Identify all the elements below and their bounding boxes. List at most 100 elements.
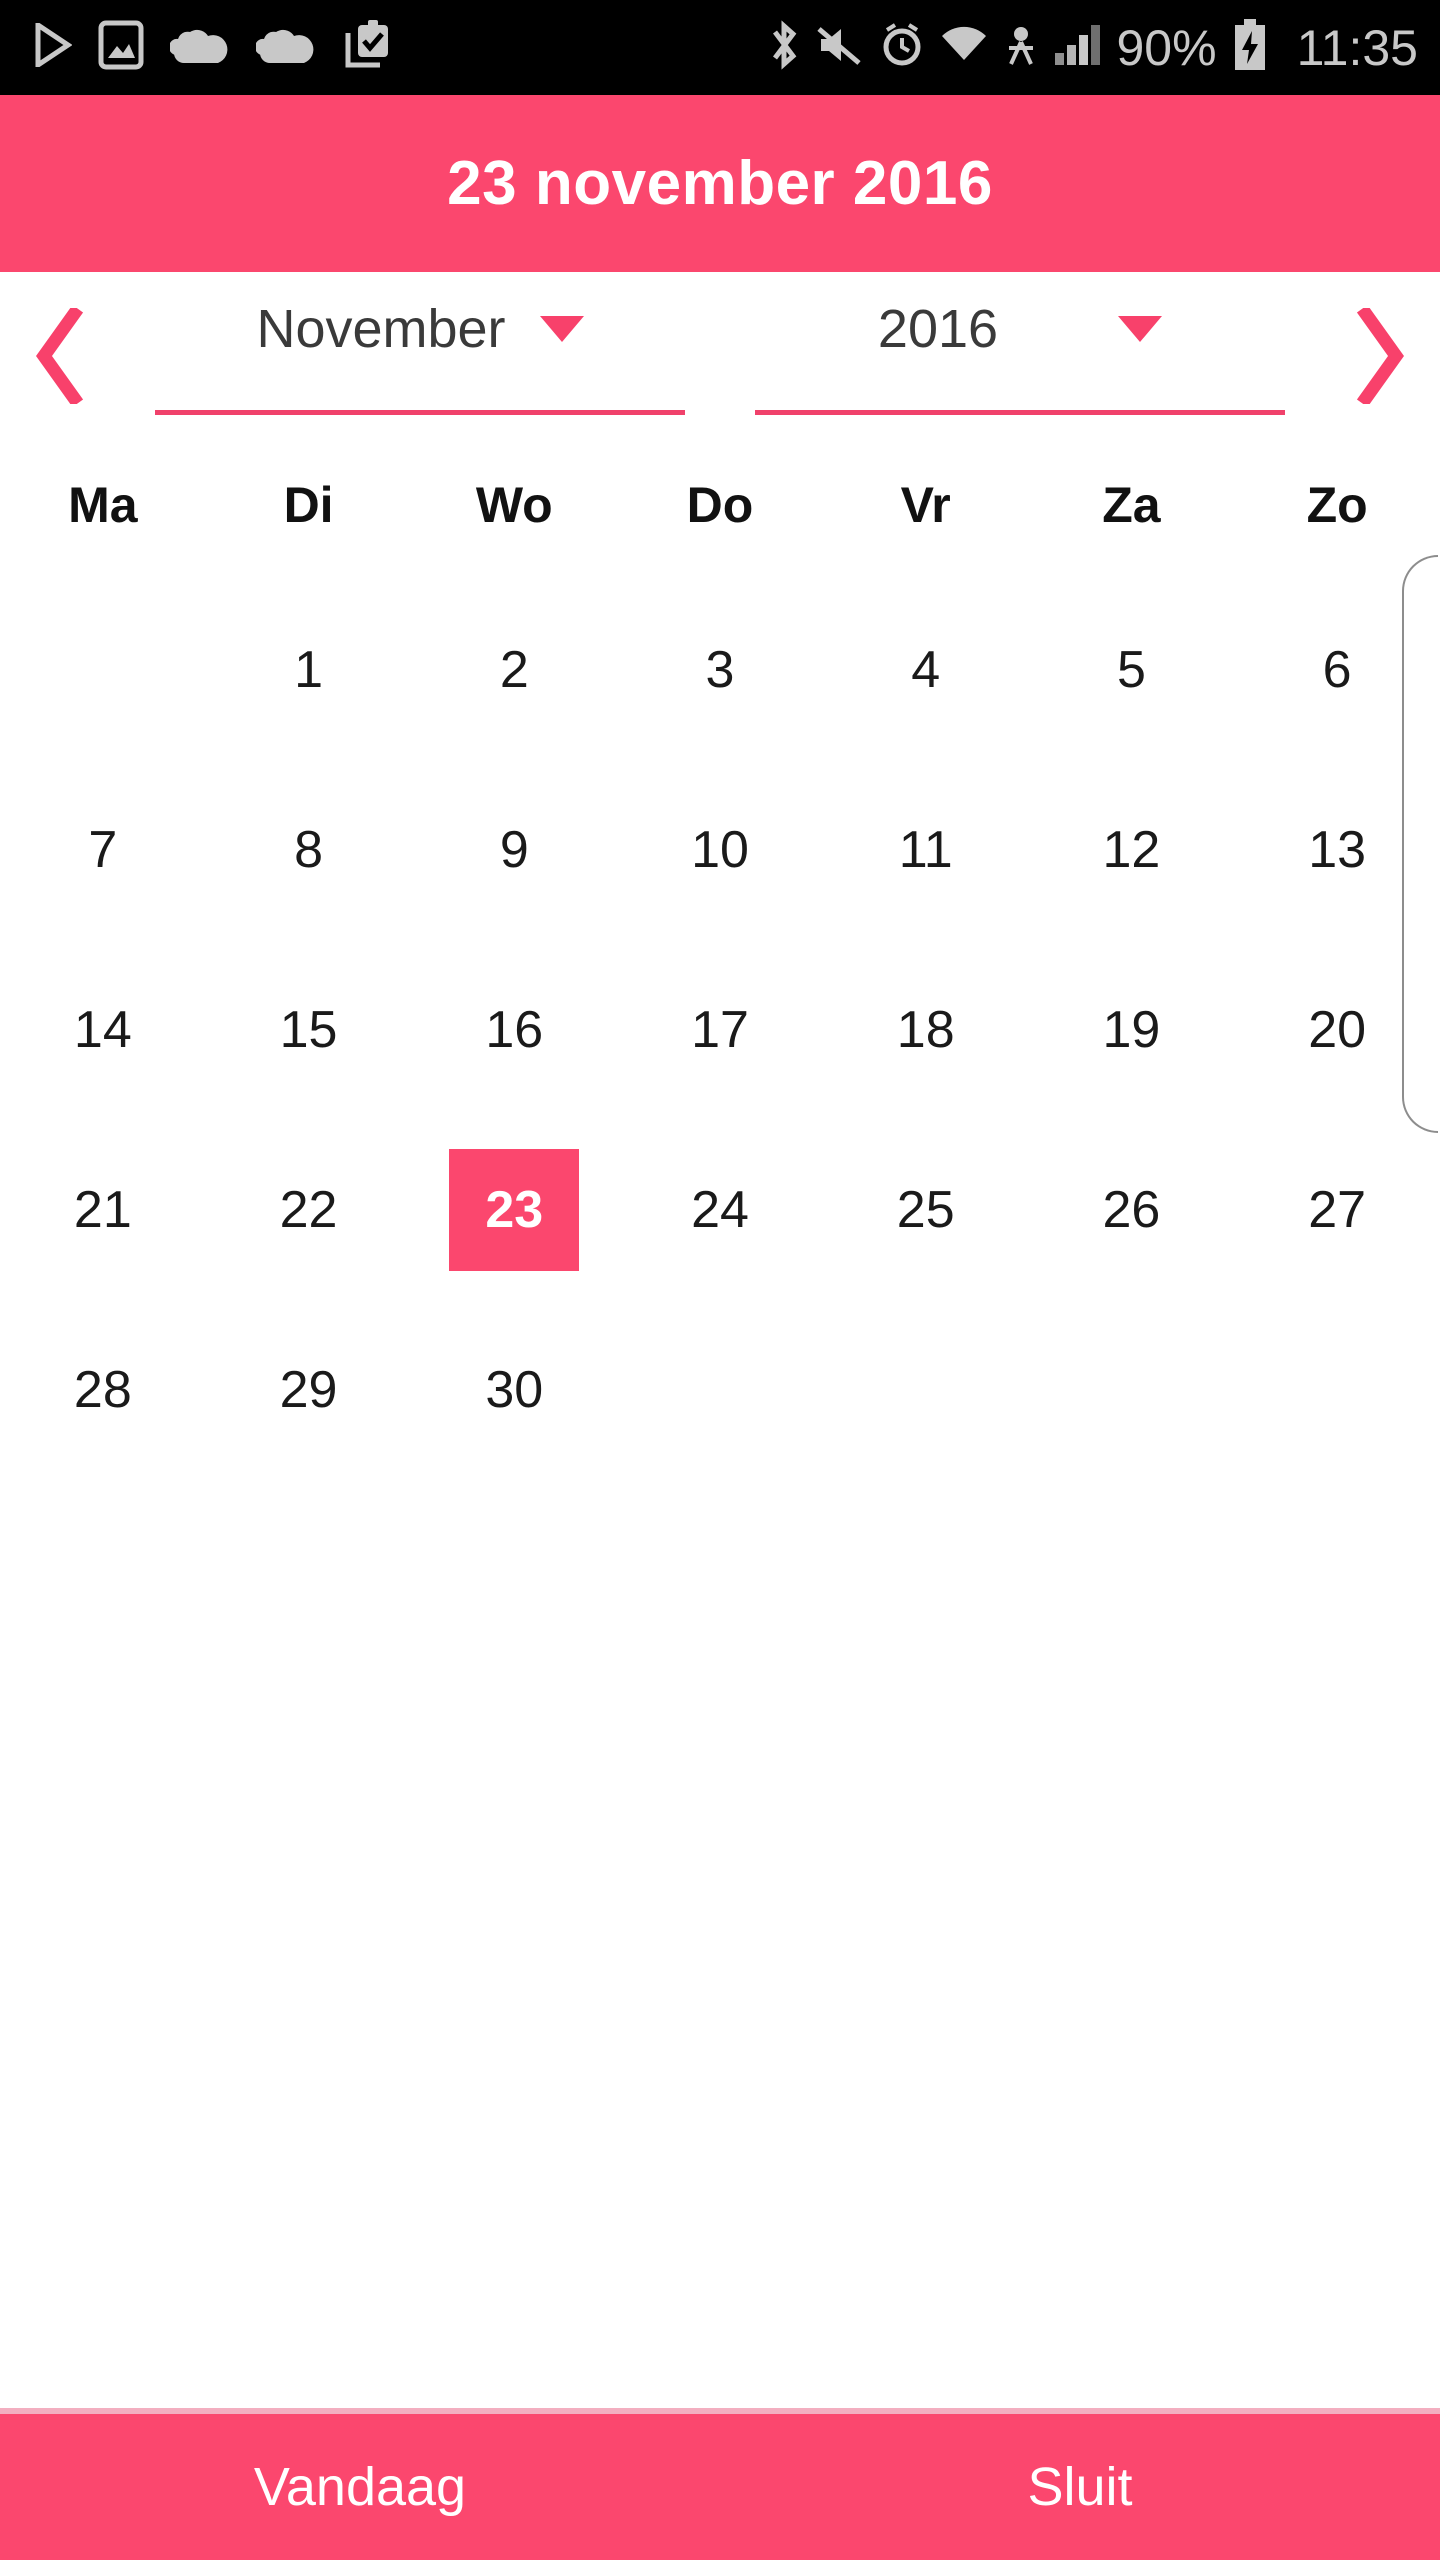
calendar-day-29[interactable]: 29 — [206, 1300, 412, 1480]
day-number: 26 — [1102, 1181, 1161, 1239]
battery-charging-icon — [1231, 18, 1269, 77]
status-bar-right-icons: 90% 11:35 — [767, 18, 1418, 77]
calendar-day-23[interactable]: 23 — [411, 1120, 617, 1300]
year-dropdown[interactable]: 2016 — [720, 272, 1320, 440]
day-number: 12 — [1102, 821, 1161, 879]
day-number: 11 — [898, 821, 953, 879]
battery-percent-label: 90% — [1116, 19, 1217, 76]
month-dropdown[interactable]: November — [120, 272, 720, 440]
calendar-day-12[interactable]: 12 — [1029, 760, 1235, 940]
weekday-ma: Ma — [68, 477, 138, 533]
calendar-day-2[interactable]: 2 — [411, 580, 617, 760]
calendar-day-30[interactable]: 30 — [411, 1300, 617, 1480]
cloud-icon-2 — [254, 23, 316, 72]
weekday-header-row: Ma Di Wo Do Vr Za Zo — [0, 445, 1440, 565]
calendar-day-17[interactable]: 17 — [617, 940, 823, 1120]
calendar-day-16[interactable]: 16 — [411, 940, 617, 1120]
calendar-day-19[interactable]: 19 — [1029, 940, 1235, 1120]
calendar-day-10[interactable]: 10 — [617, 760, 823, 940]
day-number: 3 — [705, 641, 735, 699]
calendar-day-5[interactable]: 5 — [1029, 580, 1235, 760]
day-number: 28 — [73, 1361, 132, 1419]
day-number: 21 — [73, 1181, 132, 1239]
weekday-za: Za — [1102, 477, 1161, 533]
calendar-day-11[interactable]: 11 — [823, 760, 1029, 940]
day-number: 15 — [279, 1001, 338, 1059]
mute-icon — [815, 23, 865, 72]
calendar-day-27[interactable]: 27 — [1234, 1120, 1440, 1300]
day-number: 10 — [691, 821, 749, 879]
day-number: 6 — [1322, 641, 1352, 699]
calendar-day-18[interactable]: 18 — [823, 940, 1029, 1120]
clipboard-check-icon — [342, 19, 394, 76]
calendar-day-4[interactable]: 4 — [823, 580, 1029, 760]
calendar-day-25[interactable]: 25 — [823, 1120, 1029, 1300]
signal-icon — [1053, 23, 1103, 72]
calendar-day-empty — [1029, 1300, 1235, 1480]
calendar-day-1[interactable]: 1 — [206, 580, 412, 760]
location-icon — [1003, 22, 1039, 73]
day-number: 29 — [279, 1361, 338, 1419]
calendar-day-7[interactable]: 7 — [0, 760, 206, 940]
month-underline — [155, 409, 685, 415]
day-number: 9 — [499, 821, 529, 879]
calendar-day-3[interactable]: 3 — [617, 580, 823, 760]
weekday-do: Do — [686, 477, 754, 533]
calendar-day-9[interactable]: 9 — [411, 760, 617, 940]
status-bar: 90% 11:35 — [0, 0, 1440, 95]
day-number: 30 — [485, 1361, 544, 1419]
close-button[interactable]: Sluit — [720, 2414, 1440, 2560]
wifi-icon — [939, 24, 989, 71]
play-icon — [34, 20, 73, 72]
day-number: 19 — [1102, 1001, 1161, 1059]
alarm-icon — [879, 22, 925, 73]
weekday-di: Di — [283, 477, 334, 533]
clock-label: 11:35 — [1296, 19, 1418, 76]
next-month-button[interactable] — [1320, 308, 1440, 404]
cloud-icon-1 — [168, 23, 230, 72]
day-number: 7 — [88, 821, 118, 879]
calendar-day-28[interactable]: 28 — [0, 1300, 206, 1480]
day-number: 13 — [1308, 821, 1367, 879]
chevron-down-icon-month — [539, 315, 584, 342]
calendar-day-empty — [0, 580, 206, 760]
day-number: 20 — [1308, 1001, 1367, 1059]
bottom-action-bar: Vandaag Sluit — [0, 2414, 1440, 2560]
app-header: 23 november 2016 — [0, 95, 1440, 272]
day-number: 4 — [911, 641, 941, 699]
year-label: 2016 — [877, 298, 999, 359]
calendar-day-22[interactable]: 22 — [206, 1120, 412, 1300]
calendar-grid: 1 2 3 4 5 6 7 8 9 10 11 12 13 14 15 16 17 18 19 20 21 22 23 24 2… — [0, 580, 1440, 1600]
bluetooth-icon — [767, 19, 801, 76]
day-number: 24 — [691, 1181, 749, 1239]
month-year-selector: November 2016 — [0, 272, 1440, 440]
chevron-right-icon — [1350, 308, 1410, 404]
calendar-day-empty — [617, 1300, 823, 1480]
day-number: 18 — [896, 1001, 955, 1059]
photo-icon — [98, 20, 144, 75]
vertical-scrollbar[interactable] — [1402, 555, 1438, 1133]
calendar-day-empty — [1234, 1300, 1440, 1480]
chevron-left-icon — [30, 308, 90, 404]
day-number: 17 — [691, 1001, 749, 1059]
calendar-day-21[interactable]: 21 — [0, 1120, 206, 1300]
day-number: 14 — [73, 1001, 132, 1059]
day-number: 5 — [1116, 641, 1146, 699]
day-number: 22 — [279, 1181, 338, 1239]
today-button[interactable]: Vandaag — [0, 2414, 720, 2560]
day-number: 2 — [499, 641, 529, 699]
day-number: 16 — [485, 1001, 544, 1059]
year-underline — [755, 409, 1285, 415]
calendar-day-8[interactable]: 8 — [206, 760, 412, 940]
calendar-day-24[interactable]: 24 — [617, 1120, 823, 1300]
calendar-day-14[interactable]: 14 — [0, 940, 206, 1120]
weekday-wo: Wo — [475, 477, 553, 533]
month-label: November — [256, 298, 506, 359]
calendar-day-15[interactable]: 15 — [206, 940, 412, 1120]
day-number: 23 — [485, 1181, 544, 1239]
calendar-day-26[interactable]: 26 — [1029, 1120, 1235, 1300]
chevron-down-icon-year — [1118, 315, 1163, 342]
day-number: 27 — [1308, 1181, 1367, 1239]
calendar-day-empty — [823, 1300, 1029, 1480]
previous-month-button[interactable] — [0, 308, 120, 404]
